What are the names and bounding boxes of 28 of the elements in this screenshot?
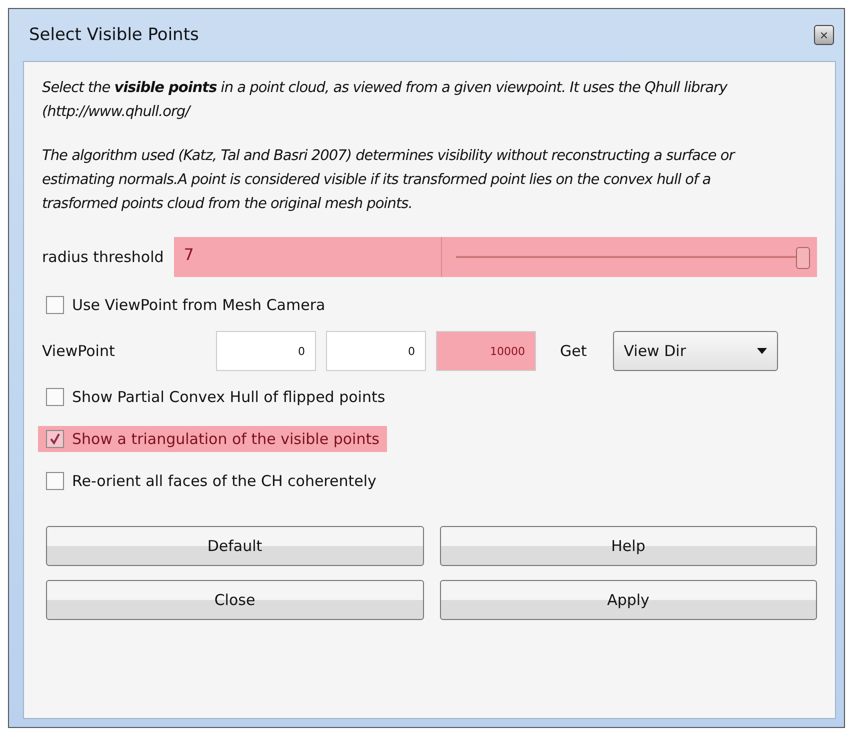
slider-label: radius threshold [42,248,164,266]
checkbox[interactable] [46,430,64,448]
caret-icon [756,348,767,354]
checkbox-label: Show a triangulation of the visible points [72,430,380,448]
checkbox[interactable] [46,296,64,314]
checkbox-label: Re-orient all faces of the CH coherentely [72,472,376,490]
checkbox-label: Use ViewPoint from Mesh Camera [72,296,326,314]
checkbox[interactable] [46,388,64,406]
dialog-button[interactable]: Close [46,580,424,620]
slider-thumb[interactable] [796,247,810,269]
description-paragraph: The algorithm used (Katz, Tal and Basri 2007) determines visibility without reconstructing a surface or estimating normals.A point is considered visible if its transformed point lies on the convex hull of a trasformed points cloud from the original mesh points. [42,147,736,214]
dialog-button[interactable]: Apply [440,580,817,620]
description-paragraph: Select the visible points in a point cloud, as viewed from a given viewpoint. It uses the Qhull library (http://www.qhull.org/ [42,79,729,122]
check-icon [49,433,61,445]
window-title: Select Visible Points [29,25,199,45]
view-dropdown[interactable]: View Dir [612,331,778,371]
dialog-button[interactable]: Default [46,526,424,566]
checkbox[interactable] [46,472,64,490]
number-field[interactable]: 0 [216,331,316,371]
number-field[interactable]: 10000 [436,331,536,371]
dialog-button[interactable]: Help [440,526,817,566]
get-label: Get [560,342,587,360]
viewpoint-label: ViewPoint [42,342,116,360]
close-button[interactable]: × [814,25,834,45]
checkbox-label: Show Partial Convex Hull of flipped points [72,388,386,406]
slider-value: 7 [174,237,442,277]
slider-track[interactable]: 7 [174,237,817,277]
number-field[interactable]: 0 [326,331,426,371]
